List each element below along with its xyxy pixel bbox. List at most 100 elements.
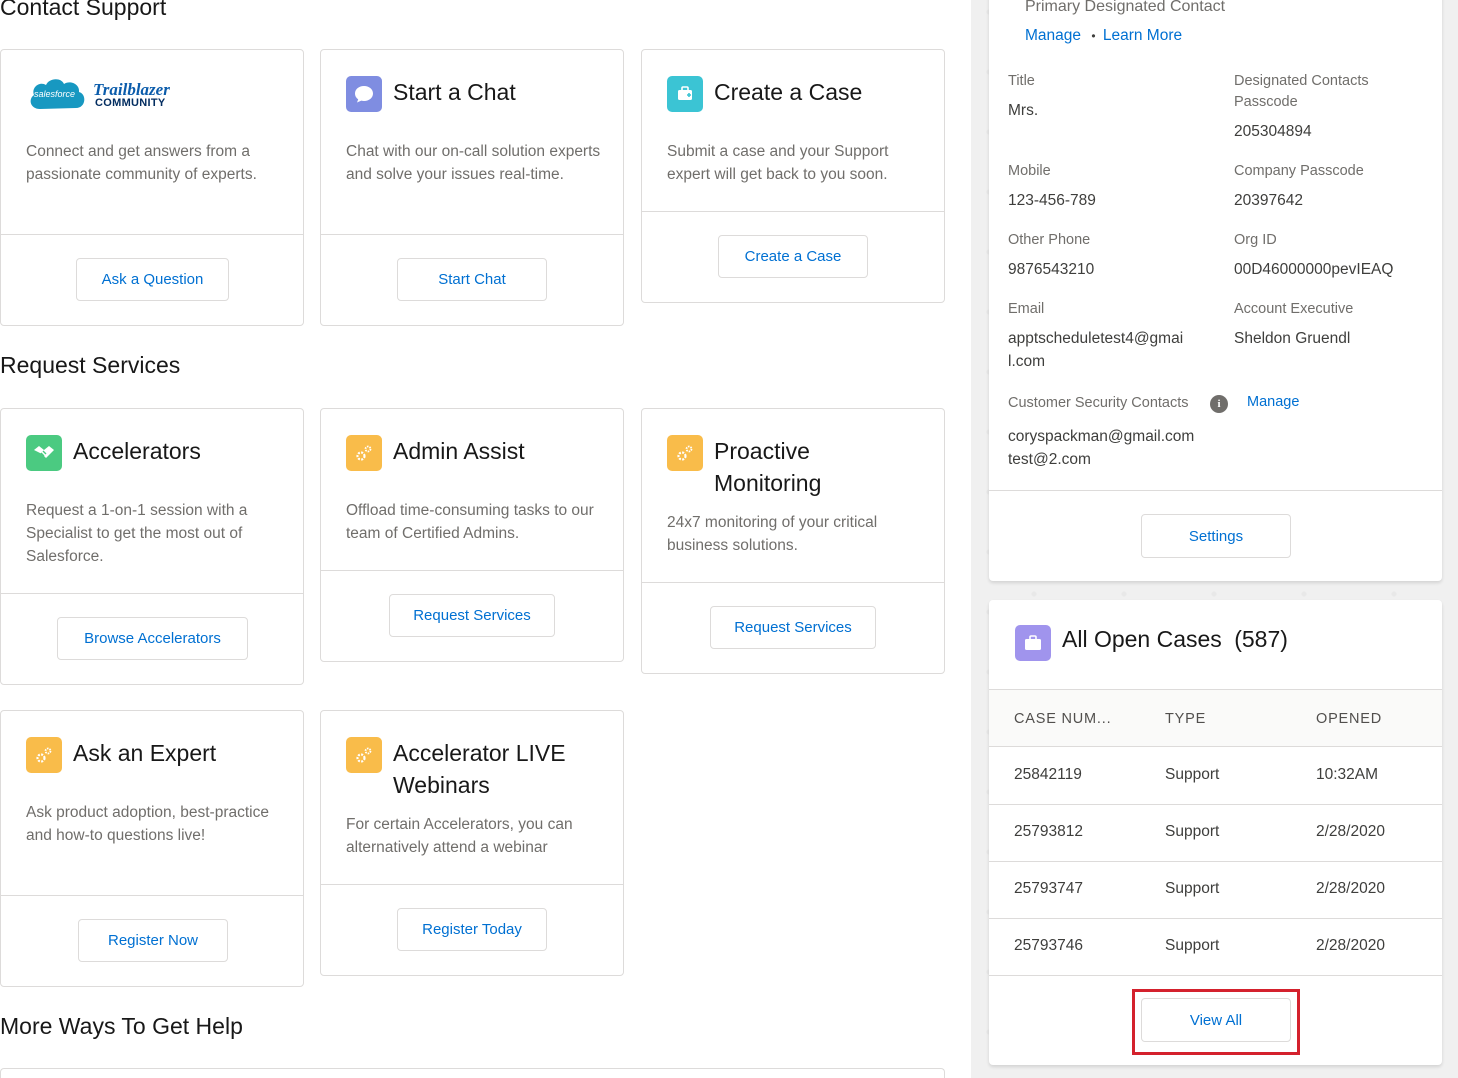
column-header-opened[interactable]: OPENED — [1316, 711, 1382, 727]
gears-icon — [346, 737, 382, 773]
community-logo-text: COMMUNITY — [95, 97, 166, 109]
link-separator: • — [1091, 29, 1096, 43]
card-title: Accelerator LIVE Webinars — [393, 737, 566, 801]
divider — [1, 895, 303, 896]
more-ways-card — [0, 1068, 945, 1078]
case-number-link[interactable]: 25793747 — [1014, 880, 1083, 898]
mobile-label: Mobile — [1008, 163, 1051, 179]
column-header-case-number[interactable]: CASE NUM... — [1014, 711, 1111, 727]
card-description: Offload time-consuming tasks to our team… — [346, 502, 594, 542]
card-title: Admin Assist — [393, 438, 525, 464]
table-row: 25793812 Support 2/28/2020 — [989, 805, 1442, 862]
mobile-value: 123-456-789 — [1008, 192, 1096, 209]
divider — [321, 234, 623, 235]
other-phone-label: Other Phone — [1008, 232, 1091, 248]
cases-title-text: All Open Cases — [1062, 626, 1222, 652]
gears-icon — [346, 435, 382, 471]
gears-icon — [26, 737, 62, 773]
org-id-value: 00D46000000pevIEAQ — [1234, 261, 1394, 278]
security-contact: test@2.com — [1008, 451, 1091, 468]
register-now-button[interactable]: Register Now — [78, 919, 228, 962]
ask-an-expert-card: Ask an Expert Ask product adoption, best… — [0, 710, 304, 987]
case-number-link[interactable]: 25842119 — [1014, 766, 1082, 784]
card-description: Ask product adoption, best-practice and … — [26, 804, 269, 844]
table-row: 25793747 Support 2/28/2020 — [989, 862, 1442, 919]
card-title-line: Monitoring — [714, 470, 822, 496]
title-label: Title — [1008, 73, 1035, 89]
divider — [321, 570, 623, 571]
proactive-monitoring-card: Proactive Monitoring 24x7 monitoring of … — [641, 408, 945, 674]
info-icon[interactable]: i — [1210, 395, 1228, 413]
dc-passcode-value: 205304894 — [1234, 123, 1312, 140]
card-description: For certain Accelerators, you can altern… — [346, 816, 573, 856]
section-title-more-ways: More Ways To Get Help — [0, 1013, 243, 1039]
cases-table-header: CASE NUM... TYPE OPENED — [989, 689, 1442, 747]
primary-contact-heading: Primary Designated Contact — [1025, 0, 1226, 15]
create-case-card: Create a Case Submit a case and your Sup… — [641, 49, 945, 303]
admin-assist-card: Admin Assist Offload time-consuming task… — [320, 408, 624, 662]
dc-passcode-label: Designated Contacts Passcode — [1234, 71, 1369, 113]
settings-button[interactable]: Settings — [1141, 514, 1291, 558]
section-title-request-services: Request Services — [0, 352, 181, 378]
security-contact: coryspackman@gmail.com — [1008, 428, 1195, 445]
divider — [1, 234, 303, 235]
proactive-request-services-button[interactable]: Request Services — [710, 606, 876, 649]
register-today-button[interactable]: Register Today — [397, 908, 547, 951]
divider — [321, 884, 623, 885]
primary-contact-panel: Primary Designated Contact Manage • Lear… — [989, 0, 1442, 581]
card-title-line: Proactive — [714, 438, 810, 464]
start-chat-card: Start a Chat Chat with our on-call solut… — [320, 49, 624, 326]
cases-panel-title: All Open Cases (587) — [1062, 626, 1288, 653]
security-manage-link[interactable]: Manage — [1247, 392, 1299, 413]
email-value-line: apptscheduletest4@gmai — [1008, 330, 1184, 347]
browse-accelerators-button[interactable]: Browse Accelerators — [57, 617, 248, 660]
case-opened: 2/28/2020 — [1316, 937, 1385, 954]
case-type: Support — [1165, 880, 1220, 897]
admin-assist-request-services-button[interactable]: Request Services — [389, 594, 555, 637]
card-title-line: Webinars — [393, 772, 490, 798]
account-executive-label: Account Executive — [1234, 301, 1354, 317]
open-cases-panel: All Open Cases (587) CASE NUM... TYPE OP… — [989, 600, 1442, 1065]
card-title: Proactive Monitoring — [714, 435, 821, 499]
card-description: Chat with our on-call solution experts a… — [346, 143, 601, 183]
learn-more-link[interactable]: Learn More — [1103, 27, 1182, 44]
gears-icon — [667, 435, 703, 471]
table-row: 25793746 Support 2/28/2020 — [989, 919, 1442, 976]
handshake-icon — [26, 435, 62, 471]
case-type: Support — [1165, 766, 1220, 783]
case-number-link[interactable]: 25793812 — [1014, 823, 1083, 841]
create-a-case-button[interactable]: Create a Case — [718, 235, 868, 278]
start-chat-button[interactable]: Start Chat — [397, 258, 547, 301]
case-number-link[interactable]: 25793746 — [1014, 937, 1083, 955]
security-contacts-label: Customer Security Contacts — [1008, 395, 1189, 411]
other-phone-value: 9876543210 — [1008, 261, 1095, 278]
case-type: Support — [1165, 823, 1220, 840]
case-opened: 2/28/2020 — [1316, 880, 1385, 897]
manage-link[interactable]: Manage — [1025, 27, 1081, 44]
title-value: Mrs. — [1008, 102, 1039, 119]
divider — [642, 582, 944, 583]
table-row: 25842119 Support 10:32AM — [989, 748, 1442, 805]
company-passcode-label: Company Passcode — [1234, 163, 1364, 179]
case-icon — [667, 76, 703, 112]
community-card: salesforce Trailblazer COMMUNITY Connect… — [0, 49, 304, 326]
dc-passcode-label-line: Designated Contacts — [1234, 73, 1369, 89]
cases-count: (587) — [1234, 626, 1288, 652]
view-all-button[interactable]: View All — [1141, 998, 1291, 1042]
card-title: Ask an Expert — [73, 740, 217, 766]
security-contacts-value: coryspackman@gmail.com test@2.com — [1008, 425, 1194, 471]
dc-passcode-label-line: Passcode — [1234, 94, 1298, 110]
salesforce-logo-text: salesforce — [34, 89, 76, 99]
card-title: Create a Case — [714, 79, 863, 105]
column-header-type[interactable]: TYPE — [1165, 711, 1206, 727]
account-executive-value: Sheldon Gruendl — [1234, 330, 1351, 347]
ask-a-question-button[interactable]: Ask a Question — [76, 258, 229, 301]
section-title-contact-support: Contact Support — [0, 0, 167, 20]
email-label: Email — [1008, 301, 1045, 317]
case-type: Support — [1165, 937, 1220, 954]
email-value: apptscheduletest4@gmai l.com — [1008, 327, 1183, 373]
main-content: Contact Support salesforce Trailblazer C… — [0, 0, 971, 1078]
briefcase-icon — [1015, 625, 1051, 661]
case-opened: 2/28/2020 — [1316, 823, 1385, 840]
chat-bubble-icon — [346, 76, 382, 112]
